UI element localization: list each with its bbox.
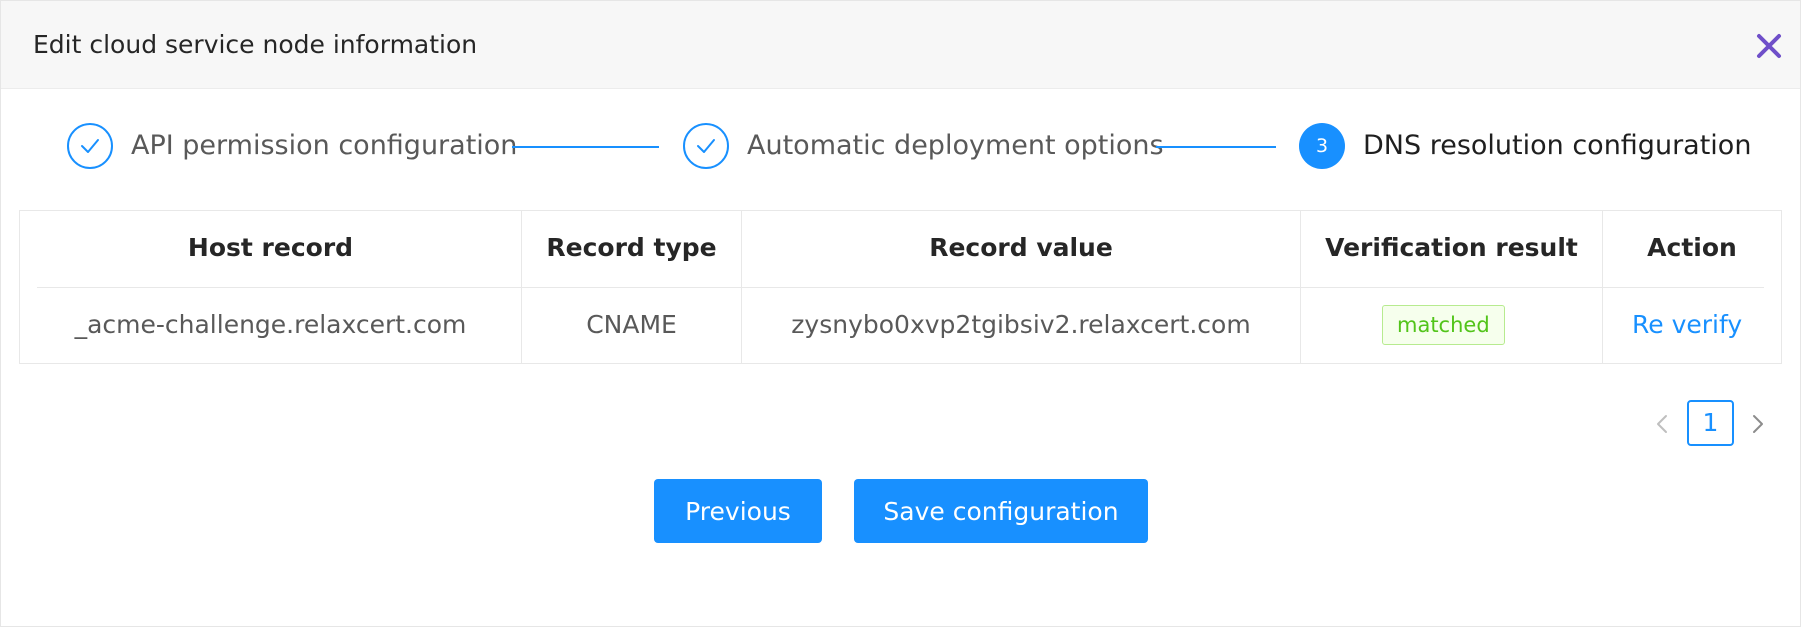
column-header-verification-result: Verification result bbox=[1325, 233, 1578, 262]
step-2-done-icon bbox=[683, 123, 729, 169]
cell-host-record: _acme-challenge.relaxcert.com bbox=[74, 310, 467, 339]
column-header-host-record: Host record bbox=[187, 233, 354, 262]
pagination-page-1[interactable]: 1 bbox=[1687, 400, 1734, 446]
previous-button[interactable]: Previous bbox=[654, 479, 822, 543]
step-2-label: Automatic deployment options bbox=[747, 130, 1164, 161]
step-3-label: DNS resolution configuration bbox=[1363, 130, 1752, 161]
save-configuration-button[interactable]: Save configuration bbox=[854, 479, 1148, 543]
re-verify-link[interactable]: Re verify bbox=[1632, 310, 1742, 339]
check-icon bbox=[697, 139, 715, 153]
step-connector-1 bbox=[512, 146, 659, 148]
chevron-right-icon bbox=[1753, 415, 1763, 433]
step-1-label: API permission configuration bbox=[131, 130, 518, 161]
cell-record-value: zysnybo0xvp2tgibsiv2.relaxcert.com bbox=[791, 310, 1251, 339]
step-connector-2 bbox=[1156, 146, 1276, 148]
close-button[interactable] bbox=[1750, 27, 1788, 65]
check-icon bbox=[81, 139, 99, 153]
step-3-number-icon: 3 bbox=[1299, 123, 1345, 169]
column-header-action: Action bbox=[1647, 233, 1737, 262]
close-icon bbox=[1757, 34, 1781, 58]
steps-bar: API permission configuration Automatic d… bbox=[1, 119, 1800, 175]
status-badge-matched: matched bbox=[1382, 305, 1505, 345]
dialog-header: Edit cloud service node information bbox=[1, 1, 1800, 89]
pagination-prev-button[interactable] bbox=[1649, 409, 1675, 439]
column-header-record-type: Record type bbox=[546, 233, 717, 262]
cell-record-type: CNAME bbox=[586, 310, 677, 339]
header-row-divider bbox=[37, 287, 1764, 288]
pagination-next-button[interactable] bbox=[1745, 409, 1771, 439]
chevron-left-icon bbox=[1657, 415, 1667, 433]
step-1-done-icon bbox=[67, 123, 113, 169]
dns-records-table: Host record Record type Record value Ver… bbox=[19, 210, 1782, 364]
dialog-title: Edit cloud service node information bbox=[33, 30, 478, 59]
edit-node-dialog: Edit cloud service node information API … bbox=[0, 0, 1801, 627]
column-header-record-value: Record value bbox=[929, 233, 1113, 262]
